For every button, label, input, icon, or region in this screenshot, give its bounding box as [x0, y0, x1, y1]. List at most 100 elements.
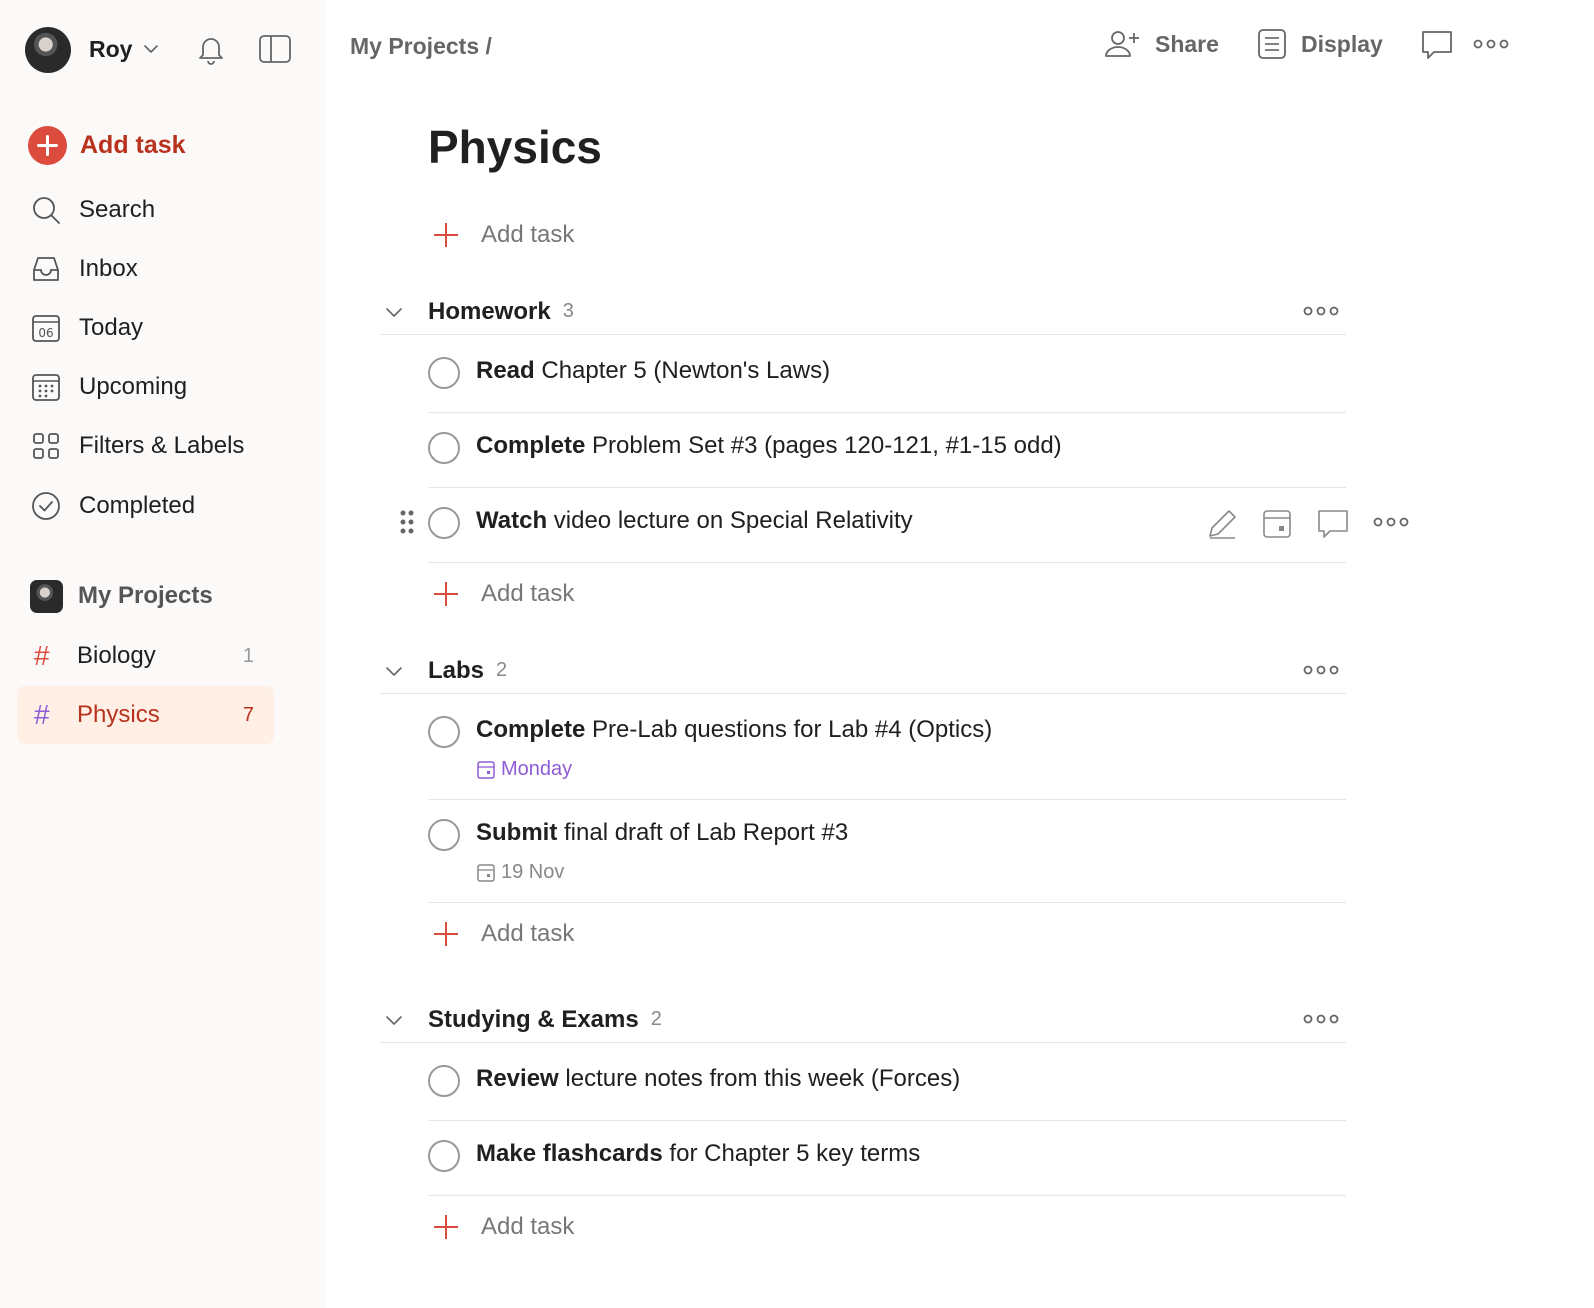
- section-header-labs: Labs 2: [380, 648, 1346, 694]
- sidebar-toggle-icon[interactable]: [258, 34, 292, 64]
- sidebar-item-filters-labels[interactable]: Filters & Labels: [30, 426, 244, 466]
- task-checkbox[interactable]: [428, 1140, 460, 1172]
- bell-icon[interactable]: [196, 33, 226, 65]
- task-checkbox[interactable]: [428, 1065, 460, 1097]
- plus-icon: [432, 920, 460, 948]
- task-text: Problem Set #3 (pages 120-121, #1-15 odd…: [585, 432, 1062, 459]
- chevron-down-icon[interactable]: [142, 40, 160, 58]
- add-task-row[interactable]: Add task: [432, 914, 574, 954]
- task-title[interactable]: Complete Pre-Lab questions for Lab #4 (O…: [476, 716, 992, 744]
- sidebar-item-label: Search: [79, 196, 156, 223]
- sidebar-item-label: Upcoming: [79, 373, 188, 400]
- section-header-studying-exams: Studying & Exams 2: [380, 997, 1346, 1043]
- task-title[interactable]: Make flashcards for Chapter 5 key terms: [476, 1140, 920, 1168]
- projects-avatar: [30, 579, 63, 613]
- task-checkbox[interactable]: [428, 357, 460, 389]
- task-verb: Complete: [476, 432, 586, 459]
- add-task-label: Add task: [481, 580, 575, 607]
- sidebar-project-physics[interactable]: # Physics 7: [17, 686, 274, 744]
- plus-icon: [432, 221, 460, 249]
- my-projects-header[interactable]: My Projects: [30, 576, 213, 616]
- display-settings-icon: [1258, 29, 1286, 59]
- chevron-down-icon[interactable]: [380, 657, 408, 685]
- user-name[interactable]: Roy: [89, 36, 132, 63]
- my-projects-label: My Projects: [78, 582, 213, 609]
- task-title[interactable]: Submit final draft of Lab Report #3: [476, 819, 848, 847]
- sidebar-item-completed[interactable]: Completed: [30, 486, 195, 526]
- display-button[interactable]: Display: [1257, 24, 1383, 64]
- section-count: 2: [650, 1008, 662, 1030]
- sidebar-item-inbox[interactable]: Inbox: [30, 249, 138, 289]
- task-checkbox[interactable]: [428, 716, 460, 748]
- task-row[interactable]: Submit final draft of Lab Report #3 19 N…: [428, 799, 1346, 903]
- sidebar-item-upcoming[interactable]: Upcoming: [30, 367, 187, 407]
- page-title: Physics: [428, 121, 602, 173]
- task-text: Pre-Lab questions for Lab #4 (Optics): [585, 716, 993, 743]
- section-name[interactable]: Studying & Exams: [428, 1006, 639, 1034]
- add-task-label: Add task: [481, 1213, 575, 1240]
- due-date-icon[interactable]: [1262, 508, 1292, 540]
- task-verb: Review: [476, 1065, 559, 1092]
- sidebar-item-search[interactable]: Search: [30, 190, 155, 230]
- sidebar-project-biology[interactable]: # Biology 1: [17, 627, 274, 685]
- hash-icon: #: [34, 699, 50, 730]
- more-options-icon[interactable]: [1472, 34, 1510, 54]
- due-date-text: Monday: [501, 758, 573, 780]
- task-row[interactable]: Make flashcards for Chapter 5 key terms: [428, 1120, 1346, 1196]
- task-title[interactable]: Watch video lecture on Special Relativit…: [476, 507, 913, 535]
- sidebar-item-label: Filters & Labels: [79, 432, 245, 459]
- task-row[interactable]: Read Chapter 5 (Newton's Laws): [428, 337, 1346, 413]
- chevron-down-icon[interactable]: [380, 1006, 408, 1034]
- chevron-down-icon[interactable]: [380, 298, 408, 326]
- task-due-date[interactable]: 19 Nov: [476, 861, 564, 884]
- share-button[interactable]: Share: [1103, 24, 1219, 64]
- task-checkbox[interactable]: [428, 819, 460, 851]
- comment-icon[interactable]: [1316, 507, 1350, 541]
- section-name[interactable]: Homework: [428, 298, 551, 326]
- calendar-icon: [477, 863, 495, 882]
- task-row[interactable]: Complete Pre-Lab questions for Lab #4 (O…: [428, 696, 1346, 800]
- task-verb: Watch: [476, 507, 548, 534]
- edit-pencil-icon[interactable]: [1205, 507, 1239, 541]
- comment-icon[interactable]: [1420, 28, 1454, 62]
- task-text: final draft of Lab Report #3: [557, 819, 849, 846]
- task-row[interactable]: Review lecture notes from this week (For…: [428, 1045, 1346, 1121]
- add-task-label: Add task: [80, 130, 186, 159]
- user-avatar[interactable]: [25, 27, 71, 73]
- hash-icon: #: [34, 640, 50, 671]
- task-verb: Submit: [476, 819, 558, 846]
- search-icon: [33, 197, 60, 224]
- project-count: 7: [242, 703, 254, 726]
- plus-circle-icon: [28, 125, 67, 165]
- section-header-homework: Homework 3: [380, 289, 1346, 335]
- task-verb: Complete: [476, 716, 586, 743]
- section-count: 2: [496, 659, 508, 681]
- sidebar-item-label: Inbox: [79, 255, 138, 282]
- task-title[interactable]: Review lecture notes from this week (For…: [476, 1065, 960, 1093]
- add-task-row[interactable]: Add task: [432, 1207, 574, 1247]
- drag-handle-icon[interactable]: [398, 508, 416, 536]
- share-label: Share: [1155, 30, 1219, 57]
- add-task-label: Add task: [481, 221, 575, 248]
- breadcrumb[interactable]: My Projects /: [350, 33, 492, 60]
- add-task-button[interactable]: Add task: [28, 125, 186, 165]
- add-task-row[interactable]: Add task: [432, 215, 574, 255]
- inbox-icon: [33, 257, 59, 281]
- sidebar-item-today[interactable]: 06 Today: [30, 308, 143, 348]
- task-text: Chapter 5 (Newton's Laws): [534, 357, 831, 384]
- task-due-date[interactable]: Monday: [476, 758, 572, 781]
- section-name[interactable]: Labs: [428, 657, 484, 685]
- task-checkbox[interactable]: [428, 432, 460, 464]
- section-count: 3: [562, 300, 574, 322]
- more-options-icon[interactable]: [1302, 1007, 1340, 1031]
- task-row[interactable]: Complete Problem Set #3 (pages 120-121, …: [428, 412, 1346, 488]
- task-title[interactable]: Complete Problem Set #3 (pages 120-121, …: [476, 432, 1062, 460]
- task-checkbox[interactable]: [428, 507, 460, 539]
- more-options-icon[interactable]: [1372, 512, 1410, 532]
- task-title[interactable]: Read Chapter 5 (Newton's Laws): [476, 357, 830, 385]
- add-task-row[interactable]: Add task: [432, 574, 574, 614]
- more-options-icon[interactable]: [1302, 299, 1340, 323]
- more-options-icon[interactable]: [1302, 658, 1340, 682]
- calendar-grid-icon: [32, 374, 60, 401]
- sidebar-item-label: Today: [79, 314, 144, 341]
